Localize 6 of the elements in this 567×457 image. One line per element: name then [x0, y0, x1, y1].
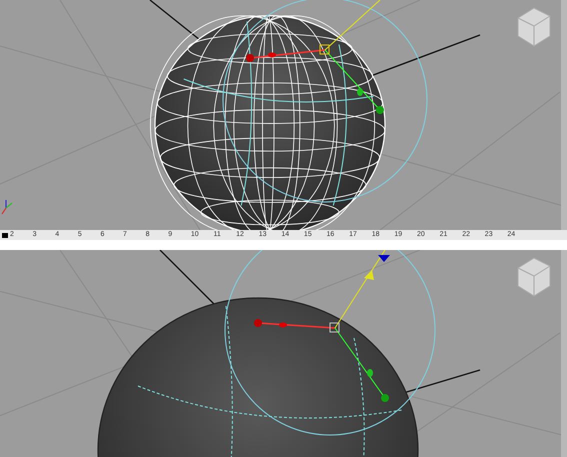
axis-line — [160, 250, 216, 306]
rotate-manipulator-drawing[interactable] — [222, 0, 428, 202]
axis-line — [150, 0, 200, 40]
rotate-manipulator-drawing[interactable] — [224, 250, 436, 436]
current-frame-marker — [2, 232, 8, 238]
axis-icon — [2, 200, 12, 214]
